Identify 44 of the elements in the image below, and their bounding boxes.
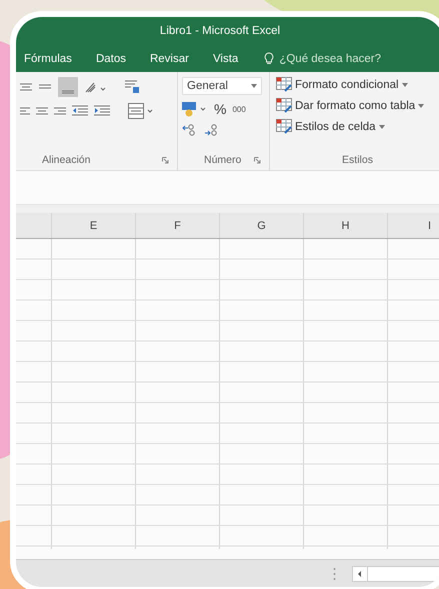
cell-grid[interactable] (16, 239, 439, 549)
styles-menu-button[interactable]: Formato condicional (276, 77, 439, 92)
currency-icon[interactable] (182, 101, 208, 117)
group-label: Número (204, 154, 242, 166)
ribbon-tab[interactable]: Datos (96, 52, 126, 64)
align-right-icon (54, 106, 66, 116)
ribbon-tab[interactable]: Revisar (150, 52, 189, 64)
column-header[interactable]: F (136, 213, 220, 238)
ribbon-tab[interactable]: Fórmulas (24, 52, 72, 64)
align-left-icon (20, 106, 30, 116)
column-header[interactable]: G (220, 213, 304, 238)
caret-icon (418, 104, 424, 108)
column-header[interactable]: H (304, 213, 388, 238)
percent-style-button[interactable]: % (214, 101, 226, 117)
column-header[interactable]: E (52, 213, 136, 238)
align-bottom-icon[interactable] (58, 77, 78, 97)
group-label: Alineación (42, 154, 90, 166)
horizontal-scrollbar[interactable] (352, 566, 439, 582)
lightbulb-icon (264, 52, 274, 65)
table-style-icon (276, 98, 292, 113)
dialog-launcher-icon[interactable] (162, 156, 169, 164)
wrap-text-icon[interactable] (124, 79, 140, 95)
group-label: Estilos (342, 154, 373, 166)
decrease-indent-icon[interactable] (72, 105, 88, 117)
align-center-icon (36, 106, 48, 116)
window-title: Libro1 - Microsoft Excel (160, 25, 280, 37)
column-header[interactable]: I (388, 213, 439, 238)
merge-cells-icon[interactable] (128, 103, 154, 119)
styles-menu-button[interactable]: Dar formato como tabla (276, 98, 439, 113)
styles-menu-button[interactable]: Estilos de celda (276, 119, 439, 134)
ribbon-tab[interactable]: Vista (212, 52, 238, 64)
splitter-icon[interactable] (333, 568, 336, 580)
increase-indent-icon[interactable] (94, 105, 110, 117)
table-style-icon (276, 119, 292, 134)
align-center-icon (20, 82, 32, 92)
orientation-icon[interactable] (84, 80, 106, 94)
caret-icon (402, 82, 408, 86)
tell-me-field[interactable]: ¿Qué desea hacer? (279, 52, 381, 64)
caret-icon (378, 124, 385, 128)
dialog-launcher-icon[interactable] (254, 156, 261, 164)
table-style-icon (276, 77, 292, 92)
comma-style-button[interactable]: 000 (232, 104, 246, 114)
number-format-dropdown[interactable]: General (182, 77, 262, 95)
caret-icon (251, 84, 257, 88)
